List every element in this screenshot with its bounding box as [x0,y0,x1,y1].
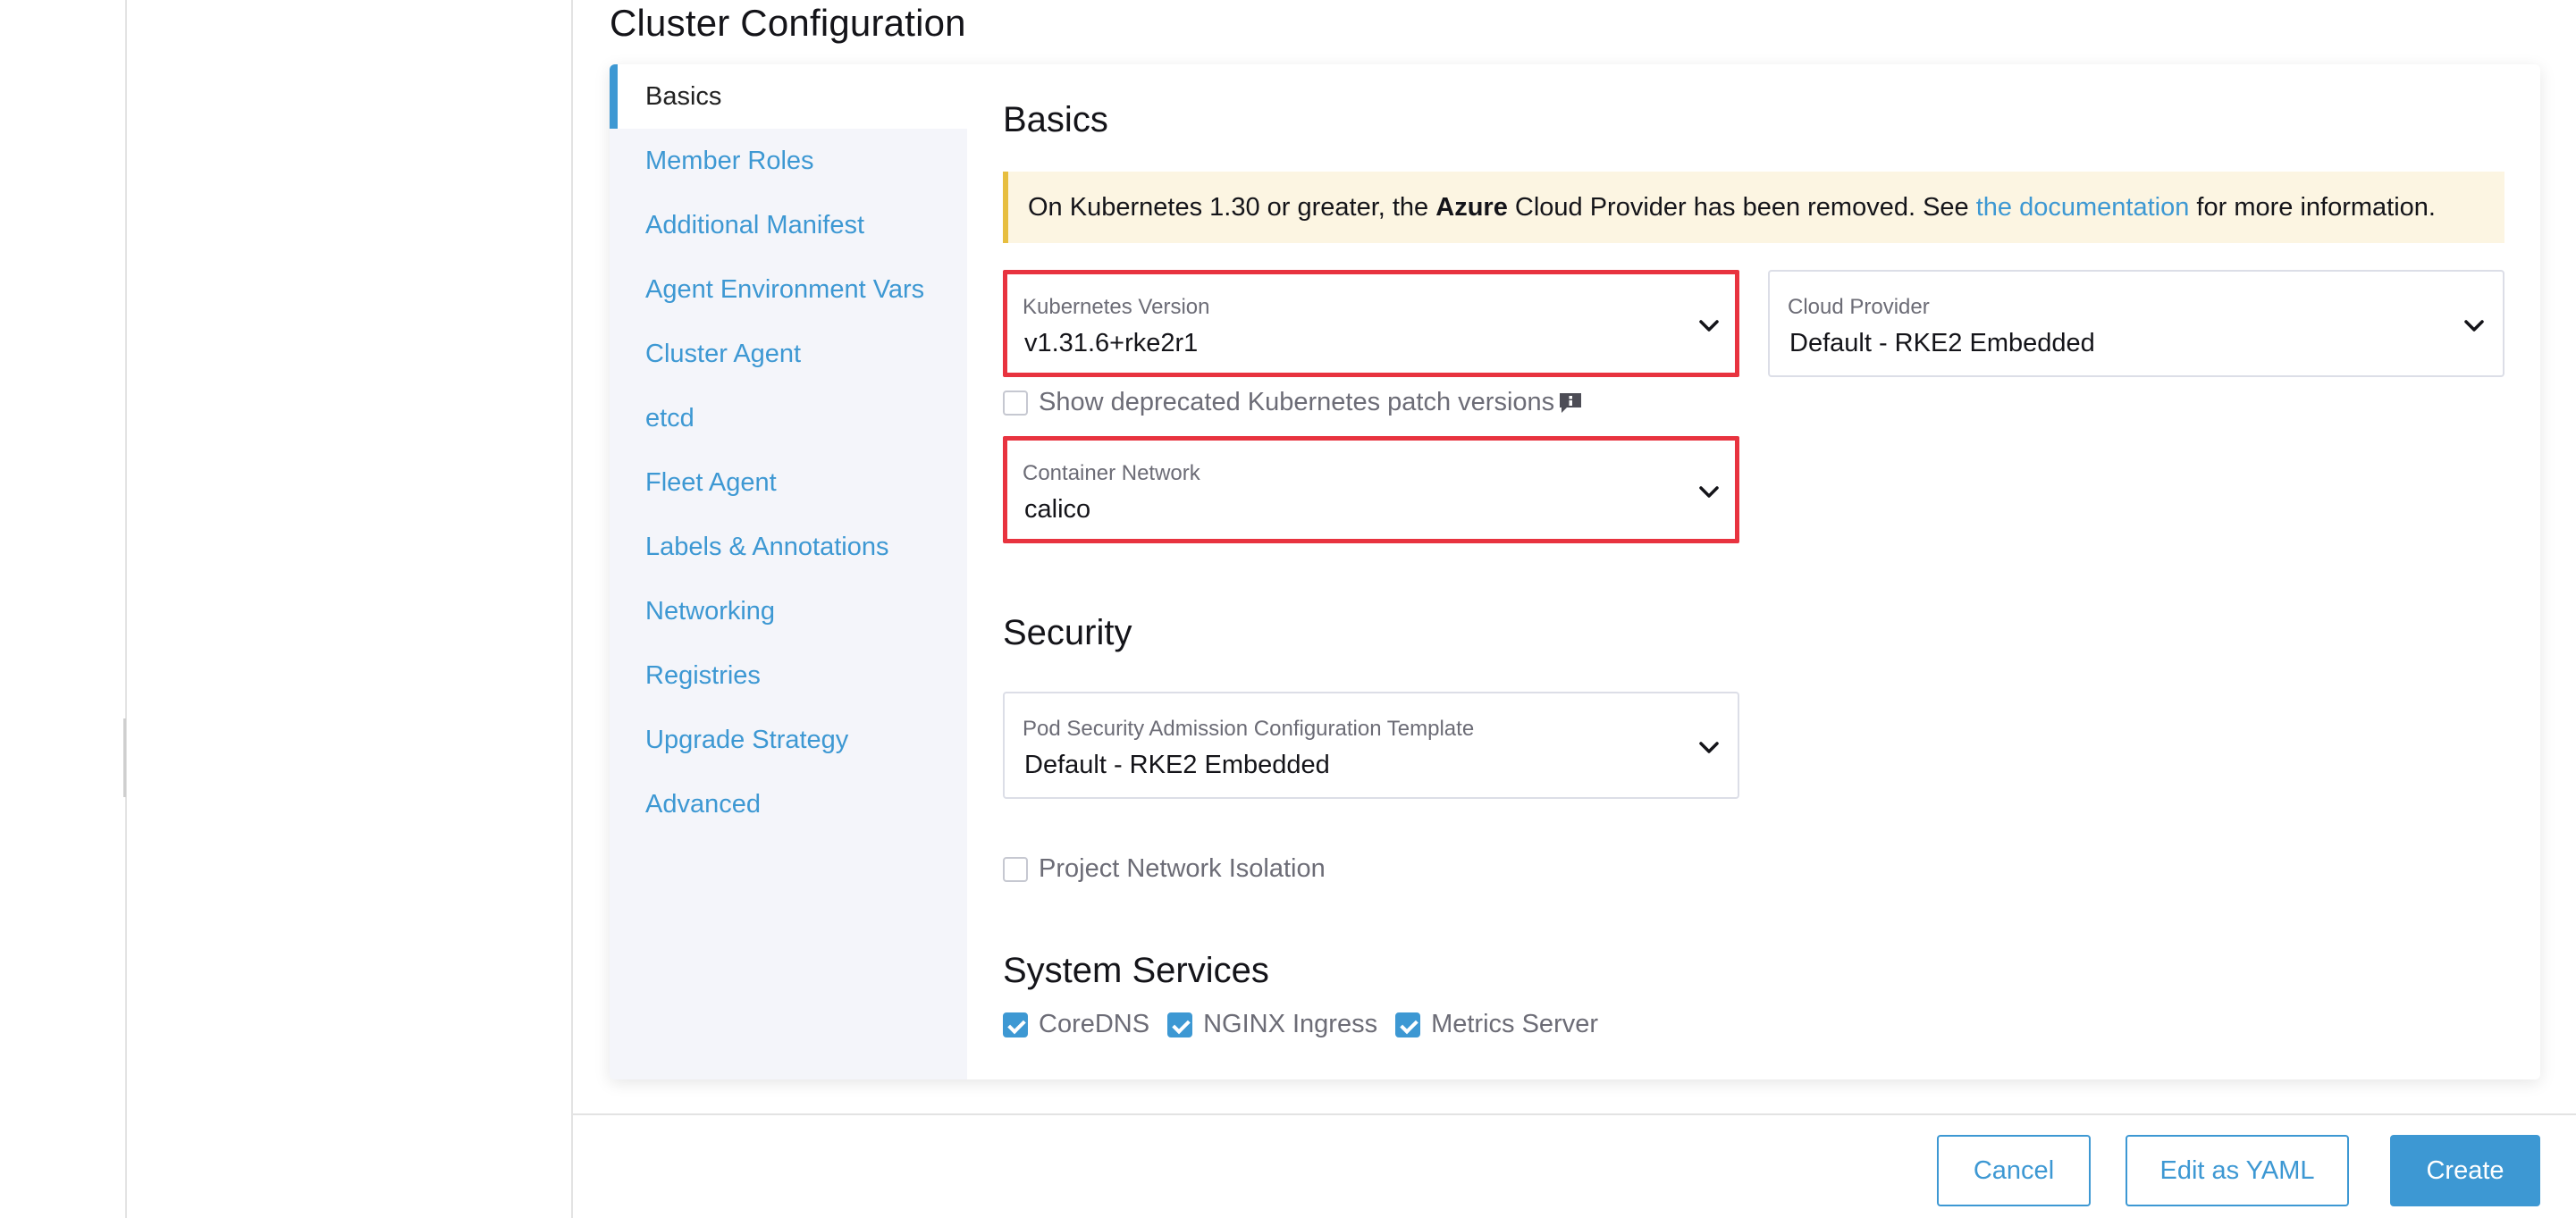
secondary-nav-panel [127,0,573,1218]
chevron-down-icon [1699,486,1719,498]
cloud-provider-value: Default - RKE2 Embedded [1789,329,2095,357]
show-deprecated-label[interactable]: Show deprecated Kubernetes patch version… [1039,388,1554,417]
project-network-isolation-checkbox[interactable] [1003,856,1028,882]
show-deprecated-checkbox[interactable] [1003,390,1028,416]
system-services-title: System Services [1003,951,1269,990]
tab-registries[interactable]: Registries [610,643,967,708]
banner-text-middle: Cloud Provider has been removed. See [1507,193,1976,222]
cloud-provider-select[interactable]: Cloud Provider Default - RKE2 Embedded [1768,270,2504,377]
chevron-down-icon [1699,320,1719,332]
service-metrics-server[interactable]: Metrics Server [1395,1010,1598,1039]
service-nginx-ingress[interactable]: NGINX Ingress [1167,1010,1377,1039]
tab-upgrade-strategy[interactable]: Upgrade Strategy [610,708,967,772]
nginx-ingress-label: NGINX Ingress [1203,1010,1378,1038]
banner-bold: Azure [1435,193,1508,222]
tab-labels-annotations[interactable]: Labels & Annotations [610,515,967,579]
cancel-button[interactable]: Cancel [1937,1135,2091,1206]
container-network-select[interactable]: Container Network calico [1003,436,1739,543]
psa-template-select[interactable]: Pod Security Admission Configuration Tem… [1003,692,1739,799]
container-network-label: Container Network [1023,461,1200,485]
basics-title: Basics [1003,100,1108,139]
tab-cluster-agent[interactable]: Cluster Agent [610,322,967,386]
edit-as-yaml-button[interactable]: Edit as YAML [2126,1135,2349,1206]
tab-etcd[interactable]: etcd [610,386,967,450]
outer-nav-active-marker [123,718,126,797]
tab-content: Basics On Kubernetes 1.30 or greater, th… [967,64,2540,1079]
tab-agent-environment-vars[interactable]: Agent Environment Vars [610,257,967,322]
cluster-config-panel: Basics Member Roles Additional Manifest … [610,64,2540,1079]
azure-warning-banner: On Kubernetes 1.30 or greater, the Azure… [1003,172,2504,243]
tab-basics[interactable]: Basics [610,64,967,129]
security-title: Security [1003,613,1132,652]
psa-template-value: Default - RKE2 Embedded [1024,751,1330,779]
kubernetes-version-select[interactable]: Kubernetes Version v1.31.6+rke2r1 [1003,270,1739,377]
banner-text-after: for more information. [2189,193,2436,222]
tab-fleet-agent[interactable]: Fleet Agent [610,450,967,515]
system-services-list: CoreDNS NGINX Ingress Metrics Server [1003,1010,1616,1039]
documentation-link[interactable]: the documentation [1976,193,2190,222]
nginx-ingress-checkbox[interactable] [1167,1012,1193,1037]
tab-advanced[interactable]: Advanced [610,772,967,836]
tab-member-roles[interactable]: Member Roles [610,129,967,193]
container-network-value: calico [1024,495,1091,524]
cloud-provider-label: Cloud Provider [1788,295,1930,319]
project-network-isolation-row: Project Network Isolation [1003,854,1326,884]
psa-template-label: Pod Security Admission Configuration Tem… [1023,717,1475,741]
kubernetes-version-label: Kubernetes Version [1023,295,1210,319]
banner-text-before: On Kubernetes 1.30 or greater, the [1028,193,1436,222]
coredns-label: CoreDNS [1039,1010,1150,1038]
show-deprecated-row: Show deprecated Kubernetes patch version… [1003,388,1583,417]
coredns-checkbox[interactable] [1003,1012,1028,1037]
tab-additional-manifest[interactable]: Additional Manifest [610,193,967,257]
footer-divider [573,1113,2576,1115]
tab-networking[interactable]: Networking [610,579,967,643]
metrics-server-label: Metrics Server [1431,1010,1599,1038]
chevron-down-icon [2464,320,2484,332]
chevron-down-icon [1699,742,1719,753]
create-button[interactable]: Create [2390,1135,2540,1206]
service-coredns[interactable]: CoreDNS [1003,1010,1149,1039]
info-icon[interactable] [1558,391,1583,415]
project-network-isolation-label[interactable]: Project Network Isolation [1039,854,1326,884]
metrics-server-checkbox[interactable] [1395,1012,1421,1037]
kubernetes-version-value: v1.31.6+rke2r1 [1024,329,1199,357]
page-title: Cluster Configuration [610,2,966,44]
outer-nav-rail [0,0,127,1218]
side-tabs: Basics Member Roles Additional Manifest … [610,64,967,1079]
